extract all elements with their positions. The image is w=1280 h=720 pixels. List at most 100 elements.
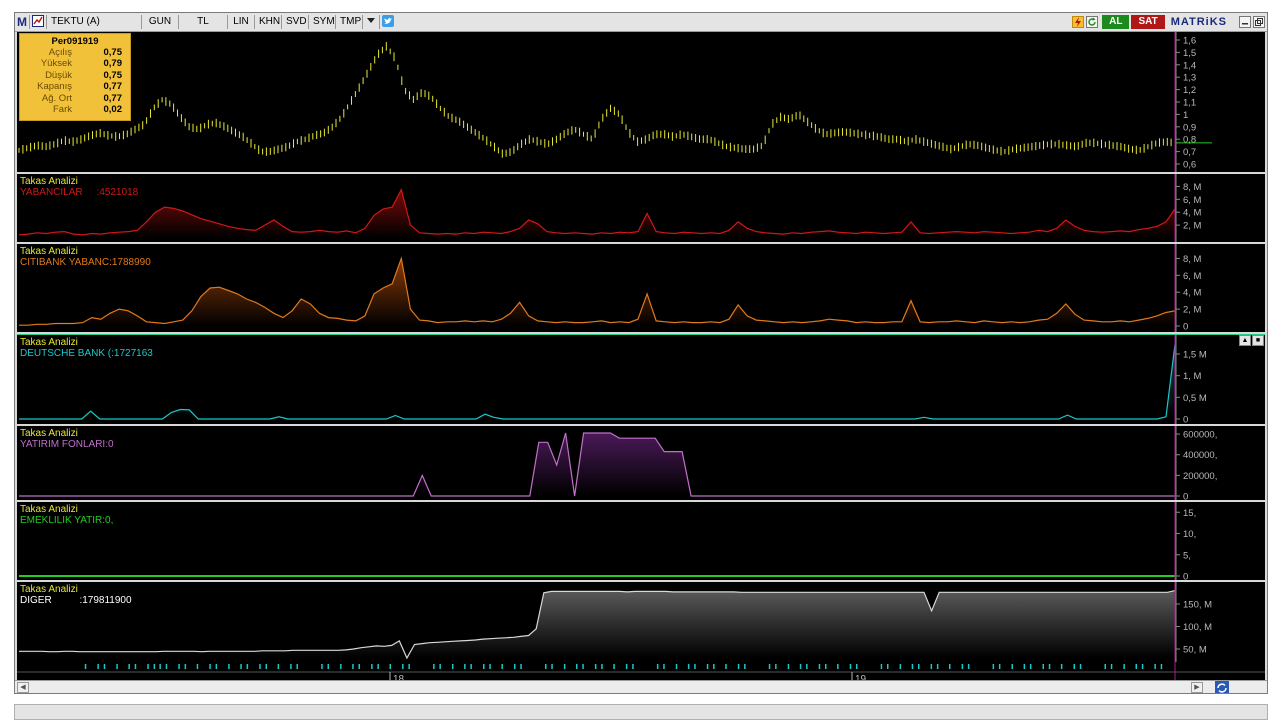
date-tick: [470, 664, 472, 669]
date-tick: [246, 664, 249, 669]
date-tick: [240, 664, 242, 669]
date-tick: [1154, 664, 1156, 669]
date-tick: [215, 664, 218, 669]
date-tick: [265, 664, 267, 669]
date-tick: [1135, 664, 1137, 669]
diger-panel[interactable]: 150, M 100, M 50, M Takas Analizi DIGER :1…: [17, 582, 1265, 662]
date-tick: [1060, 664, 1063, 669]
y-tick-label: 6, M: [1183, 271, 1202, 282]
tmp-button[interactable]: TMP: [336, 15, 363, 29]
date-tick: [930, 664, 933, 669]
date-tick: [97, 664, 99, 669]
panel-title: Takas Analizi: [20, 504, 78, 515]
series-label: DIGER :179811900: [20, 595, 132, 606]
date-tick: [849, 664, 852, 669]
date-tick: [321, 664, 323, 669]
series-label: YATIRIM FONLARI:0: [20, 439, 114, 450]
date-tick: [725, 664, 727, 669]
series-line: [19, 344, 1176, 420]
y-tick-label: 200000,: [1183, 471, 1217, 482]
page-horizontal-scrollbar[interactable]: [14, 704, 1268, 720]
date-tick: [563, 664, 566, 669]
panel-title: Takas Analizi: [20, 176, 78, 187]
date-tick: [128, 664, 130, 669]
date-tick: [887, 664, 889, 669]
emeklilik-panel[interactable]: 15, 10, 5, 0 Takas Analizi EMEKLILIK YATIR:…: [17, 502, 1265, 580]
date-tick: [1104, 664, 1106, 669]
yatirim-panel[interactable]: 600000, 400000, 200000, 0 Takas Analizi YAT…: [17, 426, 1265, 500]
chart-area[interactable]: 1,6 1,5 1,4 1,3 1,2 1,1 1 0,9 0,8 0,7 0,6 Per09191…: [17, 32, 1265, 684]
twitter-icon[interactable]: [380, 15, 396, 29]
date-tick: [1048, 664, 1051, 669]
minimize-icon[interactable]: [1239, 16, 1251, 28]
date-tick: [613, 664, 615, 669]
date-tick: [737, 664, 740, 669]
date-tick: [713, 664, 715, 669]
info-label: Düşük: [45, 69, 72, 81]
info-value: 0,77: [103, 92, 123, 104]
sync-icon[interactable]: [1215, 681, 1229, 693]
date-tick: [408, 664, 410, 669]
scroll-left-icon[interactable]: ◀: [17, 682, 29, 693]
svd-button[interactable]: SVD: [282, 15, 309, 29]
panel-title: Takas Analizi: [20, 337, 78, 348]
panel-collapse-icon[interactable]: ▲: [1239, 335, 1251, 346]
y-tick-label: 1,5: [1183, 48, 1196, 59]
date-tick: [775, 664, 777, 669]
symbol-label[interactable]: TEKTU (A): [47, 15, 142, 29]
sell-button[interactable]: SAT: [1131, 15, 1165, 29]
brand-logo: MATRiKS: [1170, 16, 1227, 28]
date-tick: [687, 664, 690, 669]
yatirim-chart-svg: 600000, 400000, 200000, 0: [19, 426, 1217, 500]
restore-icon[interactable]: [1253, 16, 1265, 28]
refresh-icon[interactable]: [1086, 16, 1099, 28]
date-tick: [1011, 664, 1013, 669]
y-tick-label: 1,4: [1183, 60, 1196, 71]
khn-button[interactable]: KHN: [255, 15, 282, 29]
series-area: [19, 590, 1175, 658]
app-logo: M: [15, 15, 30, 29]
lightning-icon[interactable]: [1072, 16, 1085, 28]
buy-button[interactable]: AL: [1102, 15, 1130, 29]
date-tick: [483, 664, 485, 669]
sym-button[interactable]: SYM: [309, 15, 336, 29]
date-tick: [1110, 664, 1113, 669]
scale-lin-button[interactable]: LIN: [228, 15, 255, 29]
series-area: [19, 258, 1175, 326]
date-tick: [134, 664, 137, 669]
deutsche-panel[interactable]: 1,5 M 1, M 0,5 M0 Takas Analizi DEUTSCHE B…: [17, 334, 1265, 425]
scroll-right-icon[interactable]: ▶: [1191, 682, 1203, 693]
date-tick: [936, 664, 939, 669]
horizontal-scrollbar[interactable]: ◀ ▶: [15, 680, 1267, 693]
date-tick: [153, 664, 156, 669]
y-tick-label: 0,6: [1183, 160, 1196, 171]
yabancilar-panel[interactable]: 8, M 6, M 4, M 2, M Takas Analizi YABANCILA…: [17, 174, 1265, 242]
date-tick: [799, 664, 802, 669]
y-tick-label: 15,: [1183, 508, 1196, 519]
date-tick: [514, 664, 516, 669]
date-tick: [1141, 664, 1144, 669]
date-tick: [694, 664, 696, 669]
citibank-chart-svg: 8, M 6, M 4, M 2, M 0: [19, 244, 1202, 332]
period-gun-button[interactable]: GUN: [142, 15, 179, 29]
info-box-title: Per091919: [51, 36, 99, 47]
panel-close-icon[interactable]: ■: [1252, 335, 1264, 346]
chart-app-icon[interactable]: [30, 15, 47, 29]
date-tick: [625, 664, 628, 669]
date-tick: [551, 664, 553, 669]
date-tick: [818, 664, 821, 669]
y-tick-label: 10,: [1183, 529, 1196, 540]
chart-toolbar: M TEKTU (A) GUN TL LIN KHN SVD SYM TMP A…: [15, 13, 1267, 32]
price-panel[interactable]: 1,6 1,5 1,4 1,3 1,2 1,1 1 0,9 0,8 0,7 0,6 Per09191…: [17, 32, 1265, 172]
date-tick: [911, 664, 914, 669]
series-label: CITIBANK YABANC:1788990: [20, 257, 151, 268]
currency-tl-button[interactable]: TL: [179, 15, 228, 29]
date-tick: [576, 664, 578, 669]
date-tick: [806, 664, 808, 669]
y-tick-label: 50, M: [1183, 645, 1207, 656]
citibank-panel[interactable]: 8, M 6, M 4, M 2, M 0 Takas Analizi CITIBANK…: [17, 244, 1265, 332]
dropdown-arrow-icon[interactable]: [363, 15, 380, 29]
date-tick: [856, 664, 858, 669]
date-tick: [880, 664, 883, 669]
date-tick: [1042, 664, 1044, 669]
